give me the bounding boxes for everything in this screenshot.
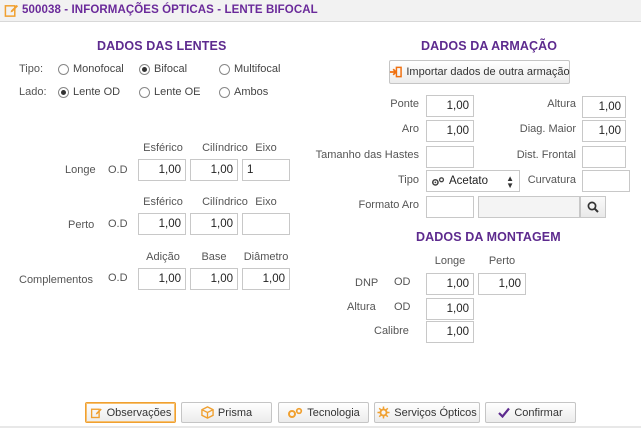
- complementos-adicao-header: Adição: [146, 251, 180, 263]
- complementos-eye-label: O.D: [108, 272, 128, 284]
- perto-eixo-input[interactable]: [242, 213, 290, 235]
- diag-maior-input[interactable]: [582, 120, 626, 142]
- import-armacao-button[interactable]: Importar dados de outra armação: [389, 60, 570, 84]
- altura-montagem-label: Altura: [347, 301, 376, 313]
- formato-aro-input[interactable]: [426, 196, 474, 218]
- formato-aro-description: [478, 196, 580, 218]
- longe-row-label: Longe: [65, 164, 96, 176]
- gear-icon: [377, 406, 390, 419]
- altura-armacao-label: Altura: [547, 98, 576, 110]
- formato-aro-label: Formato Aro: [358, 199, 419, 211]
- complementos-base-input[interactable]: [190, 268, 238, 290]
- complementos-row-label: Complementos: [19, 274, 93, 286]
- edit-icon: [4, 4, 19, 17]
- dnp-label: DNP: [355, 277, 379, 289]
- cube-icon: [201, 406, 214, 419]
- complementos-diametro-input[interactable]: [242, 268, 290, 290]
- complementos-adicao-input[interactable]: [138, 268, 186, 290]
- observacoes-button[interactable]: Observações: [85, 402, 176, 423]
- search-icon: [587, 201, 599, 213]
- calibre-input[interactable]: [426, 321, 474, 343]
- import-icon: [390, 66, 403, 78]
- longe-eixo-input[interactable]: [242, 159, 290, 181]
- prisma-button[interactable]: Prisma: [181, 402, 272, 423]
- curvatura-label: Curvatura: [527, 174, 576, 186]
- tipo-armacao-label: Tipo: [398, 174, 419, 186]
- perto-eye-label: O.D: [108, 218, 128, 230]
- aro-input[interactable]: [426, 120, 474, 142]
- perto-eixo-header: Eixo: [255, 196, 277, 208]
- diag-maior-label: Diag. Maior: [519, 123, 576, 135]
- dnp-eye-label: OD: [394, 276, 411, 288]
- tamanho-hastes-label: Tamanho das Hastes: [315, 149, 419, 161]
- calibre-label: Calibre: [374, 325, 409, 337]
- complementos-diametro-header: Diâmetro: [243, 251, 289, 263]
- dnp-perto-input[interactable]: [478, 273, 526, 295]
- dist-frontal-label: Dist. Frontal: [516, 149, 576, 161]
- lado-label: Lado:: [19, 86, 47, 98]
- altura-montagem-eye-label: OD: [394, 301, 411, 313]
- complementos-base-header: Base: [201, 251, 227, 263]
- perto-cilindrico-input[interactable]: [190, 213, 238, 235]
- ponte-label: Ponte: [390, 98, 419, 110]
- armacao-section-title: DADOS DA ARMAÇÃO: [421, 39, 558, 53]
- edit-icon: [90, 408, 102, 418]
- gears-icon: [431, 176, 445, 186]
- tipo-multifocal-radio[interactable]: Multifocal: [219, 62, 280, 76]
- lado-lente-od-radio[interactable]: Lente OD: [58, 85, 120, 99]
- gears-icon: [288, 407, 303, 418]
- dist-frontal-input[interactable]: [582, 146, 626, 168]
- perto-esferico-input[interactable]: [138, 213, 186, 235]
- perto-esferico-header: Esférico: [143, 196, 183, 208]
- servicos-opticos-button[interactable]: Serviços Ópticos: [374, 402, 480, 423]
- longe-esferico-input[interactable]: [138, 159, 186, 181]
- dnp-longe-input[interactable]: [426, 273, 474, 295]
- longe-esferico-header: Esférico: [143, 142, 183, 154]
- altura-montagem-input[interactable]: [426, 298, 474, 320]
- curvatura-input[interactable]: [582, 170, 630, 192]
- montagem-section-title: DADOS DA MONTAGEM: [416, 230, 561, 244]
- ponte-input[interactable]: [426, 95, 474, 117]
- perto-row-label: Perto: [68, 219, 95, 231]
- longe-eye-label: O.D: [108, 164, 128, 176]
- formato-aro-search-button[interactable]: [580, 196, 606, 218]
- check-icon: [498, 407, 511, 418]
- confirmar-button[interactable]: Confirmar: [485, 402, 576, 423]
- lado-ambos-radio[interactable]: Ambos: [219, 85, 268, 99]
- longe-eixo-header: Eixo: [255, 142, 277, 154]
- tipo-bifocal-radio[interactable]: Bifocal: [139, 62, 187, 76]
- window-title-bar: 500038 - INFORMAÇÕES ÓPTICAS - LENTE BIF…: [0, 0, 641, 22]
- tipo-monofocal-radio[interactable]: Monofocal: [58, 62, 124, 76]
- tipo-label: Tipo:: [19, 63, 44, 75]
- altura-armacao-input[interactable]: [582, 96, 626, 118]
- aro-label: Aro: [401, 123, 419, 135]
- lado-lente-oe-radio[interactable]: Lente OE: [139, 85, 200, 99]
- montagem-perto-header: Perto: [488, 255, 516, 267]
- longe-cilindrico-input[interactable]: [190, 159, 238, 181]
- montagem-longe-header: Longe: [434, 255, 466, 267]
- window-title: 500038 - INFORMAÇÕES ÓPTICAS - LENTE BIF…: [22, 4, 318, 16]
- tecnologia-button[interactable]: Tecnologia: [278, 402, 369, 423]
- lentes-section-title: DADOS DAS LENTES: [97, 39, 227, 53]
- tamanho-hastes-input[interactable]: [426, 146, 474, 168]
